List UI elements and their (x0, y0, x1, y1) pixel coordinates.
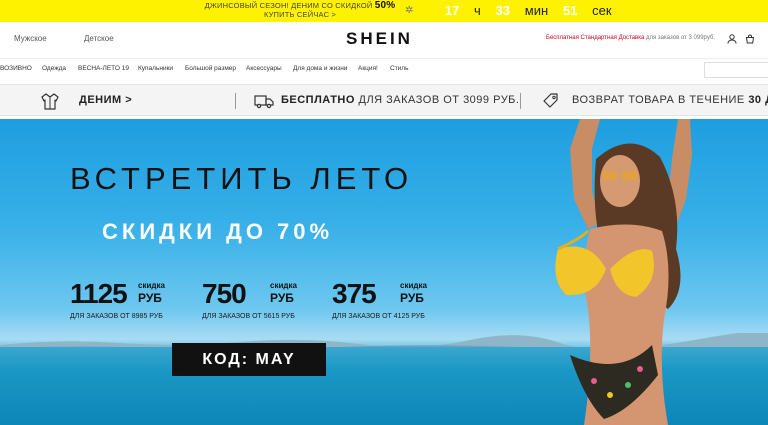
hero-subtitle: СКИДКИ ДО 70% (102, 219, 334, 244)
deal-tier-1: 1125 скидка РУБ ДЛЯ ЗАКАЗОВ ОТ 8985 РУБ (70, 278, 165, 321)
deal-label: скидка (270, 281, 297, 290)
promo-buy-now-link[interactable]: КУПИТЬ СЕЙЧАС > (200, 10, 400, 19)
header-link-men[interactable]: Мужское (14, 34, 47, 43)
countdown-hours-unit: ч (474, 3, 481, 18)
nav-item-sale[interactable]: Акция! (358, 65, 378, 72)
deal-currency: РУБ (400, 291, 424, 305)
deal-tier-2: 750 скидка РУБ ДЛЯ ЗАКАЗОВ ОТ 5615 РУБ (202, 278, 297, 321)
deal-tier-3: 375 скидка РУБ ДЛЯ ЗАКАЗОВ ОТ 4125 РУБ (332, 278, 427, 321)
nav-item-new[interactable]: ВОЗИВНО (0, 65, 32, 72)
free-shipping-notice: Бесплатная Стандартная Доставка для зака… (546, 35, 715, 41)
free-shipping-rest: для заказов от 3 099руб. (644, 35, 715, 41)
deal-currency: РУБ (138, 291, 162, 305)
nav-item-home-living[interactable]: Для дома и жизни (293, 65, 347, 72)
nav-item-clothing[interactable]: Одежда (42, 65, 66, 72)
returns-detail: ВОЗВРАТ ТОВАРА В ТЕЧЕНИЕ (572, 94, 749, 106)
deal-condition: ДЛЯ ЗАКАЗОВ ОТ 4125 РУБ (332, 313, 425, 320)
nav-item-plus-size[interactable]: Большой размер (185, 65, 236, 72)
deal-label: скидка (400, 281, 427, 290)
nav-item-style[interactable]: Стиль (390, 65, 408, 72)
returns-bold: 30 ДНЕ (748, 94, 768, 106)
deal-condition: ДЛЯ ЗАКАЗОВ ОТ 8985 РУБ (70, 313, 163, 320)
header-link-kids[interactable]: Детское (84, 34, 114, 43)
divider (235, 93, 236, 109)
model-photo (555, 119, 692, 425)
search-input[interactable] (704, 62, 768, 78)
deal-amount: 1125 (70, 278, 128, 309)
nav-item-swimwear[interactable]: Купальники (138, 65, 173, 72)
deal-amount: 750 (202, 278, 247, 309)
countdown-hours: 17 (444, 3, 460, 18)
shein-logo[interactable]: SHEIN (346, 29, 413, 49)
main-nav: ВОЗИВНО Одежда ВЕСНА-ЛЕТО 19 Купальники … (0, 58, 768, 82)
deal-currency: РУБ (270, 291, 294, 305)
hero-title: ВСТРЕТИТЬ ЛЕТО (70, 161, 414, 196)
nav-item-accessories[interactable]: Аксессуары (246, 65, 282, 72)
free-shipping-benefit: БЕСПЛАТНО ДЛЯ ЗАКАЗОВ ОТ 3099 РУБ. (281, 94, 519, 106)
cart-icon[interactable] (744, 33, 756, 45)
countdown-seconds: 51 (562, 3, 578, 18)
denim-link[interactable]: ДЕНИМ > (79, 94, 132, 106)
deal-amount: 375 (332, 278, 377, 309)
countdown-seconds-unit: сек (592, 3, 612, 18)
promo-percent: 50% (374, 0, 396, 11)
site-header: Мужское Детское SHEIN Бесплатная Стандар… (0, 22, 768, 58)
benefits-bar: ДЕНИМ > БЕСПЛАТНО ДЛЯ ЗАКАЗОВ ОТ 3099 РУ… (0, 84, 768, 116)
returns-benefit: ВОЗВРАТ ТОВАРА В ТЕЧЕНИЕ 30 ДНЕ (572, 94, 768, 106)
deal-condition: ДЛЯ ЗАКАЗОВ ОТ 5615 РУБ (202, 313, 295, 320)
sparkle-icon: ✲ (405, 5, 414, 16)
promo-line1: ДЖИНСОВЫЙ СЕЗОН! ДЕНИМ СО СКИДКОЙ (204, 1, 375, 10)
countdown-timer: 17 ч 33 мин 51 сек (440, 3, 622, 19)
free-shipping-detail: ДЛЯ ЗАКАЗОВ ОТ 3099 РУБ. (354, 94, 520, 106)
countdown-minutes-unit: мин (524, 3, 549, 18)
divider (520, 93, 521, 109)
free-shipping-highlight: Бесплатная Стандартная Доставка (546, 35, 645, 41)
tag-icon (542, 92, 560, 110)
free-shipping-bold: БЕСПЛАТНО (281, 94, 355, 106)
countdown-minutes: 33 (495, 3, 511, 18)
hero-banner[interactable]: ВСТРЕТИТЬ ЛЕТО СКИДКИ ДО 70% 1125 скидка… (0, 119, 768, 425)
promo-text[interactable]: ДЖИНСОВЫЙ СЕЗОН! ДЕНИМ СО СКИДКОЙ 50% КУ… (200, 0, 400, 20)
promo-banner[interactable]: ДЖИНСОВЫЙ СЕЗОН! ДЕНИМ СО СКИДКОЙ 50% КУ… (0, 0, 768, 22)
deal-label: скидка (138, 281, 165, 290)
denim-label: ДЕНИМ > (79, 94, 133, 106)
truck-icon (254, 92, 274, 110)
nav-item-spring-summer[interactable]: ВЕСНА-ЛЕТО 19 (78, 65, 129, 72)
promo-code-button[interactable]: КОД: MAY (172, 343, 326, 376)
jacket-icon (40, 92, 59, 110)
user-icon[interactable] (726, 33, 738, 45)
